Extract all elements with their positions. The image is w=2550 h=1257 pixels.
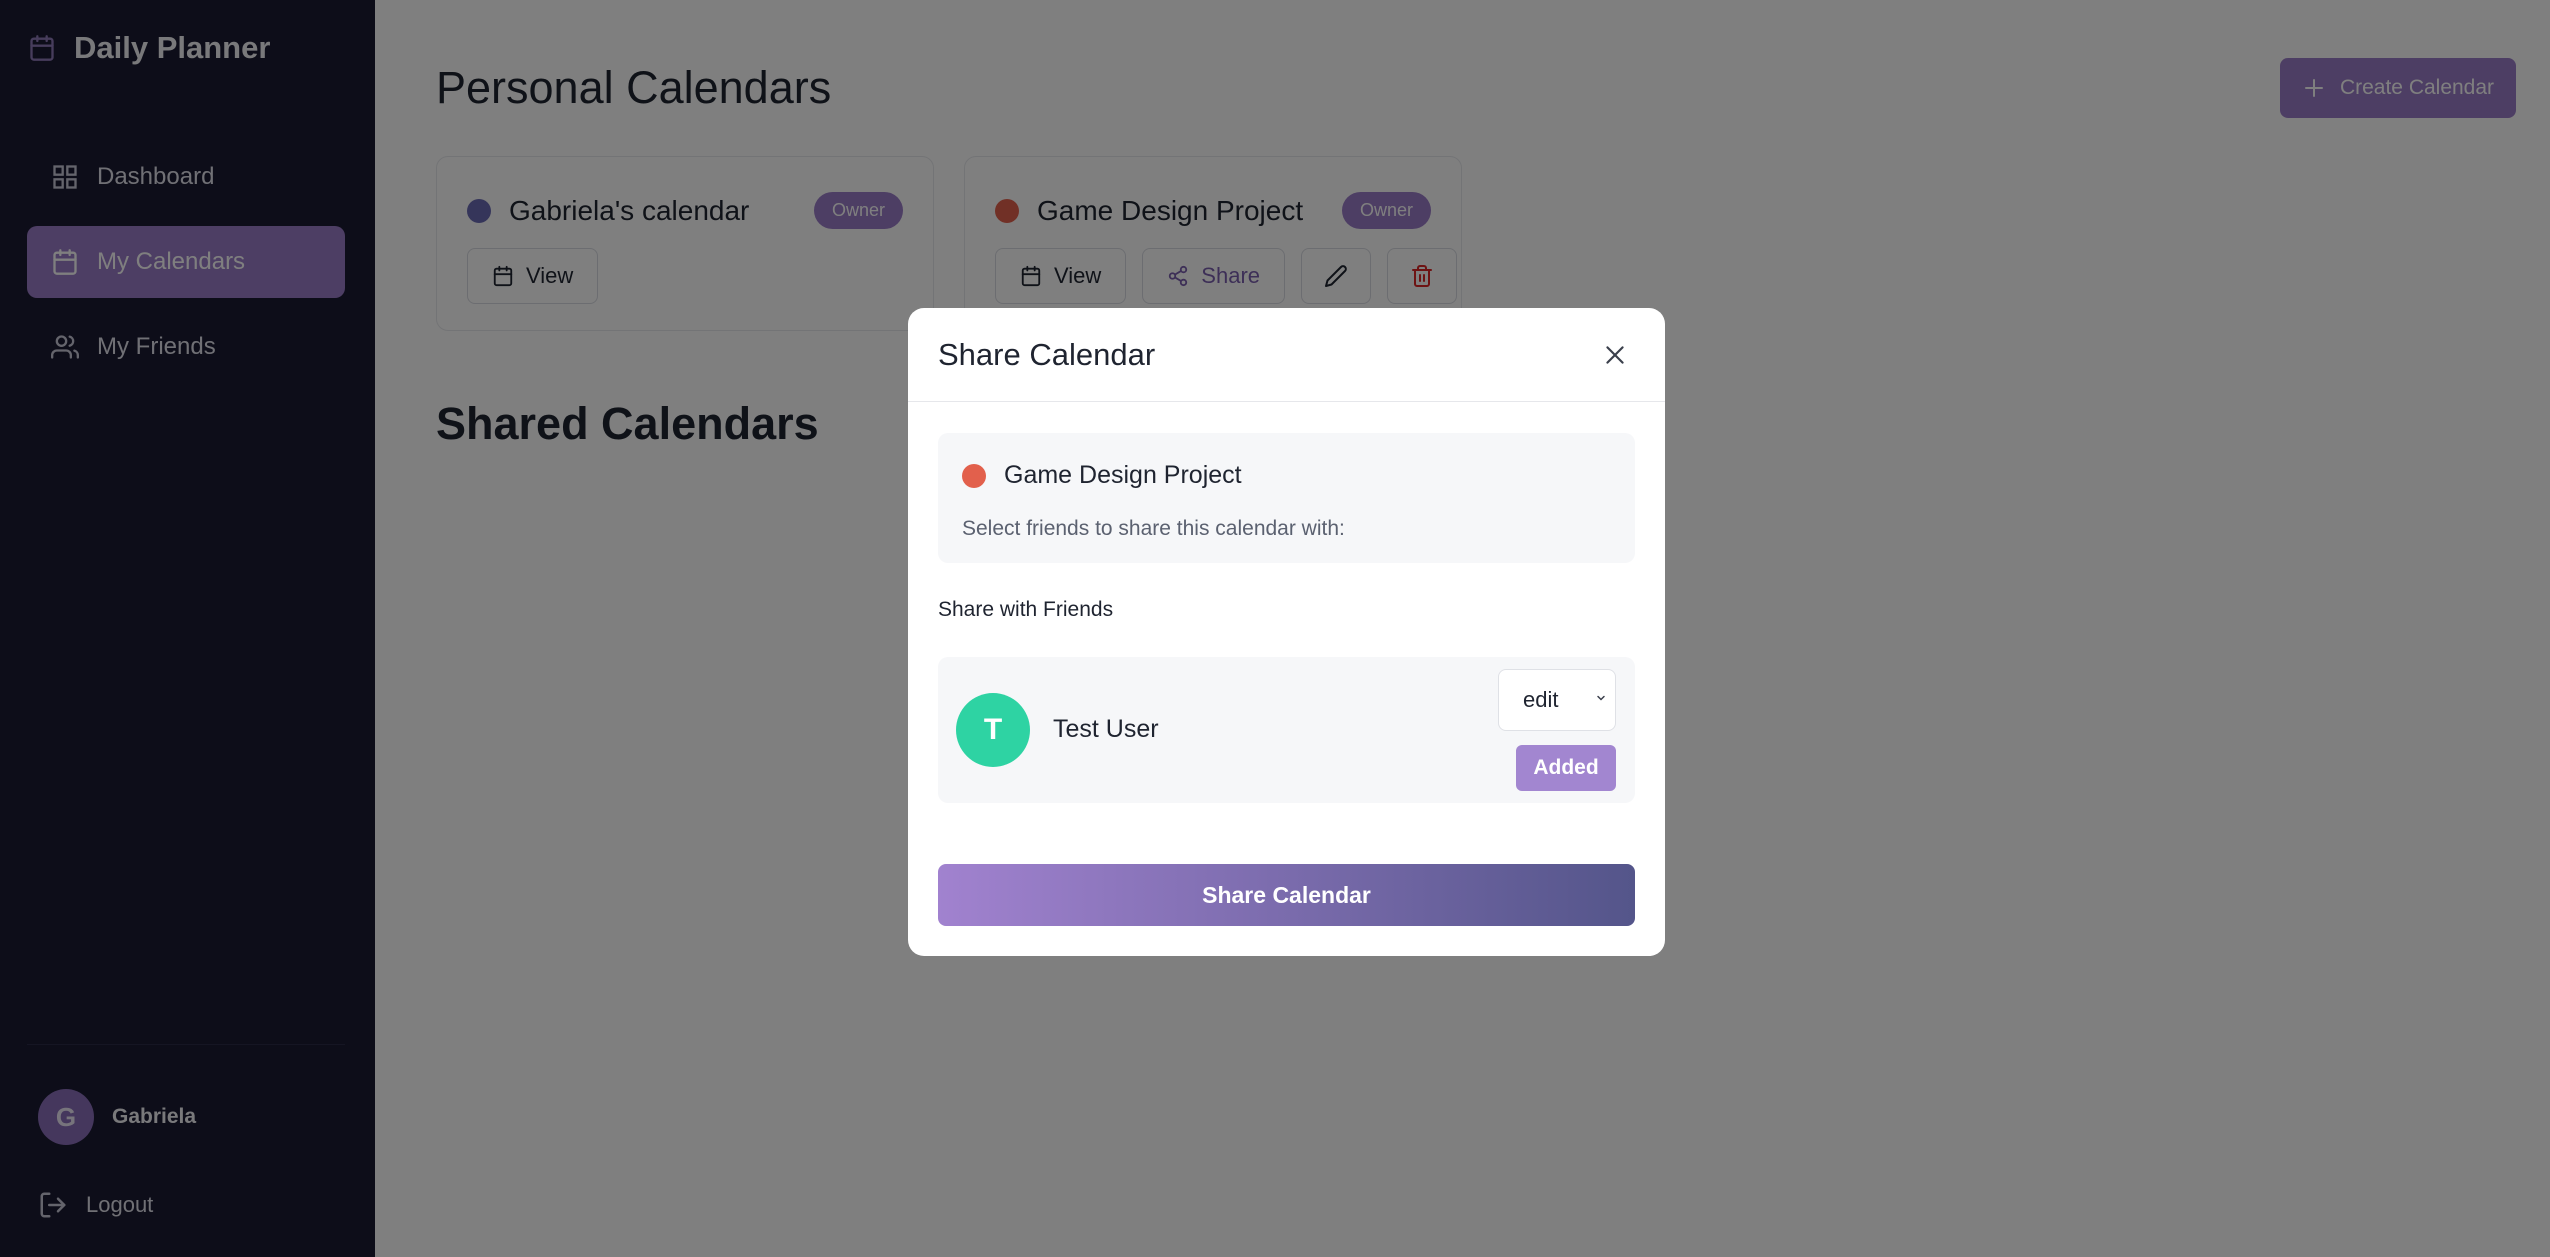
- close-button[interactable]: [1595, 335, 1635, 375]
- permission-value: edit: [1523, 687, 1559, 712]
- dialog-title: Share Calendar: [938, 336, 1156, 372]
- friend-row: T Test User edit Added: [938, 657, 1635, 803]
- avatar: T: [956, 693, 1030, 767]
- share-calendar-button[interactable]: Share Calendar: [938, 864, 1635, 926]
- calendar-name: Game Design Project: [1004, 461, 1242, 489]
- permission-select[interactable]: edit: [1498, 669, 1616, 731]
- close-icon: [1602, 342, 1628, 368]
- share-calendar-dialog: Share Calendar Game Design Project Selec…: [908, 308, 1665, 956]
- chevron-down-icon: [1595, 692, 1607, 704]
- friend-name: Test User: [1053, 715, 1159, 743]
- calendar-info: Game Design Project Select friends to sh…: [938, 433, 1635, 563]
- calendar-color-dot: [962, 463, 986, 488]
- added-button[interactable]: Added: [1516, 745, 1616, 791]
- share-with-label: Share with Friends: [938, 598, 1114, 621]
- instruction-text: Select friends to share this calendar wi…: [962, 517, 1345, 540]
